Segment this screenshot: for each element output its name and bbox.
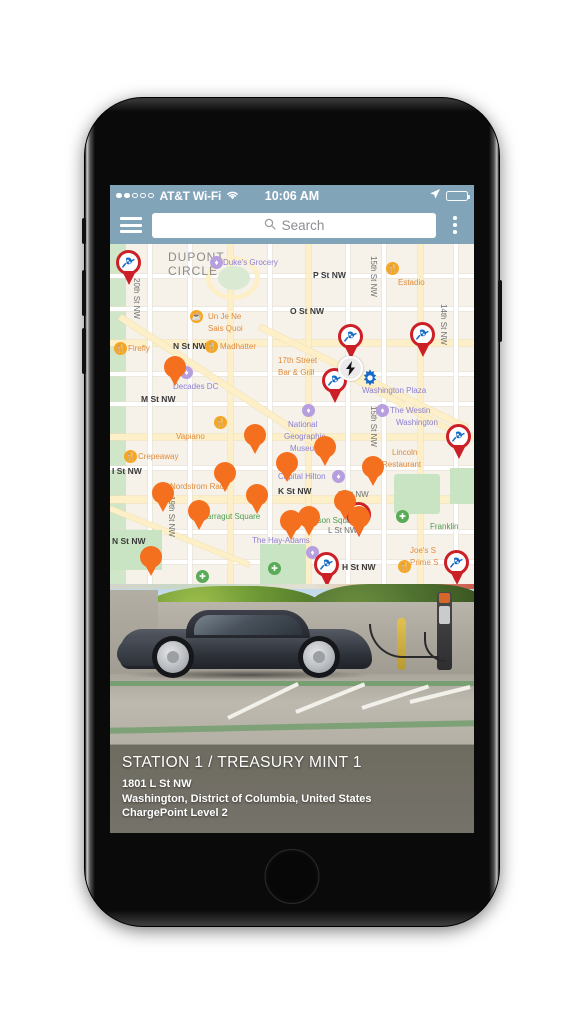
gear-icon[interactable] (360, 368, 380, 388)
status-bar: AT&T Wi-Fi 10:06 AM (110, 185, 474, 206)
ev-plug-icon (452, 431, 465, 442)
carrier-label: AT&T Wi-Fi (159, 188, 222, 203)
ev-station-pin-selected[interactable] (116, 250, 142, 285)
map-pin[interactable] (164, 356, 186, 386)
station-region: Washington, District of Columbia, United… (122, 792, 372, 805)
map-pin[interactable] (244, 424, 266, 454)
map-pin[interactable] (298, 506, 320, 536)
status-right-icons (429, 188, 470, 203)
ev-station-pin[interactable] (446, 424, 472, 459)
map-pin[interactable] (314, 436, 336, 466)
ev-station-pin[interactable] (444, 550, 470, 584)
app-toolbar: Search (110, 206, 474, 244)
ev-station-pin[interactable] (410, 322, 436, 357)
station-address: 1801 L St NW (122, 778, 192, 790)
power-button[interactable] (498, 280, 502, 342)
ev-station-pin[interactable] (314, 552, 340, 584)
map-pin[interactable] (362, 456, 384, 486)
ev-plug-icon (122, 257, 135, 268)
volume-up-button[interactable] (82, 270, 86, 316)
car-wheel-rear (298, 636, 340, 678)
electric-car (117, 610, 374, 680)
volume-down-button[interactable] (82, 328, 86, 374)
ev-plug-icon (344, 331, 357, 342)
battery-full-icon (446, 190, 470, 201)
map-pin[interactable] (152, 482, 174, 512)
car-wheel-front (152, 636, 194, 678)
ev-plug-icon (450, 557, 463, 568)
phone-device-frame: AT&T Wi-Fi 10:06 AM Search 20th St NW N … (82, 98, 502, 926)
search-placeholder-label: Search (281, 217, 325, 233)
map-pin[interactable] (348, 506, 370, 536)
station-network: ChargePoint Level 2 (122, 807, 228, 819)
charger-display (439, 606, 450, 624)
ev-plug-icon (320, 559, 333, 570)
station-info-panel[interactable]: STATION 1 / TREASURY MINT 1 1801 L St NW… (110, 744, 474, 833)
signal-strength-icon (116, 192, 154, 199)
ev-plug-icon (416, 329, 429, 340)
map-pin[interactable] (276, 452, 298, 482)
map-pin[interactable] (246, 484, 268, 514)
home-button[interactable] (264, 849, 320, 904)
hamburger-menu-icon[interactable] (120, 217, 142, 233)
phone-screen: AT&T Wi-Fi 10:06 AM Search 20th St NW N … (110, 185, 474, 833)
map-pin[interactable] (188, 500, 210, 530)
charger-top-light (439, 593, 450, 603)
station-photo[interactable] (110, 584, 474, 744)
search-icon (264, 218, 276, 233)
location-arrow-icon (429, 188, 441, 203)
station-title: STATION 1 / TREASURY MINT 1 (122, 754, 362, 771)
search-input[interactable]: Search (152, 212, 436, 238)
overflow-menu-icon[interactable] (446, 216, 464, 234)
ev-station-pin[interactable] (338, 324, 364, 359)
map-pin[interactable] (140, 546, 162, 576)
map-pin[interactable] (214, 462, 236, 492)
wifi-icon (226, 189, 239, 203)
map-view[interactable]: 20th St NW N St NW M St NW P St NW O St … (110, 244, 474, 584)
silent-switch[interactable] (82, 218, 86, 244)
